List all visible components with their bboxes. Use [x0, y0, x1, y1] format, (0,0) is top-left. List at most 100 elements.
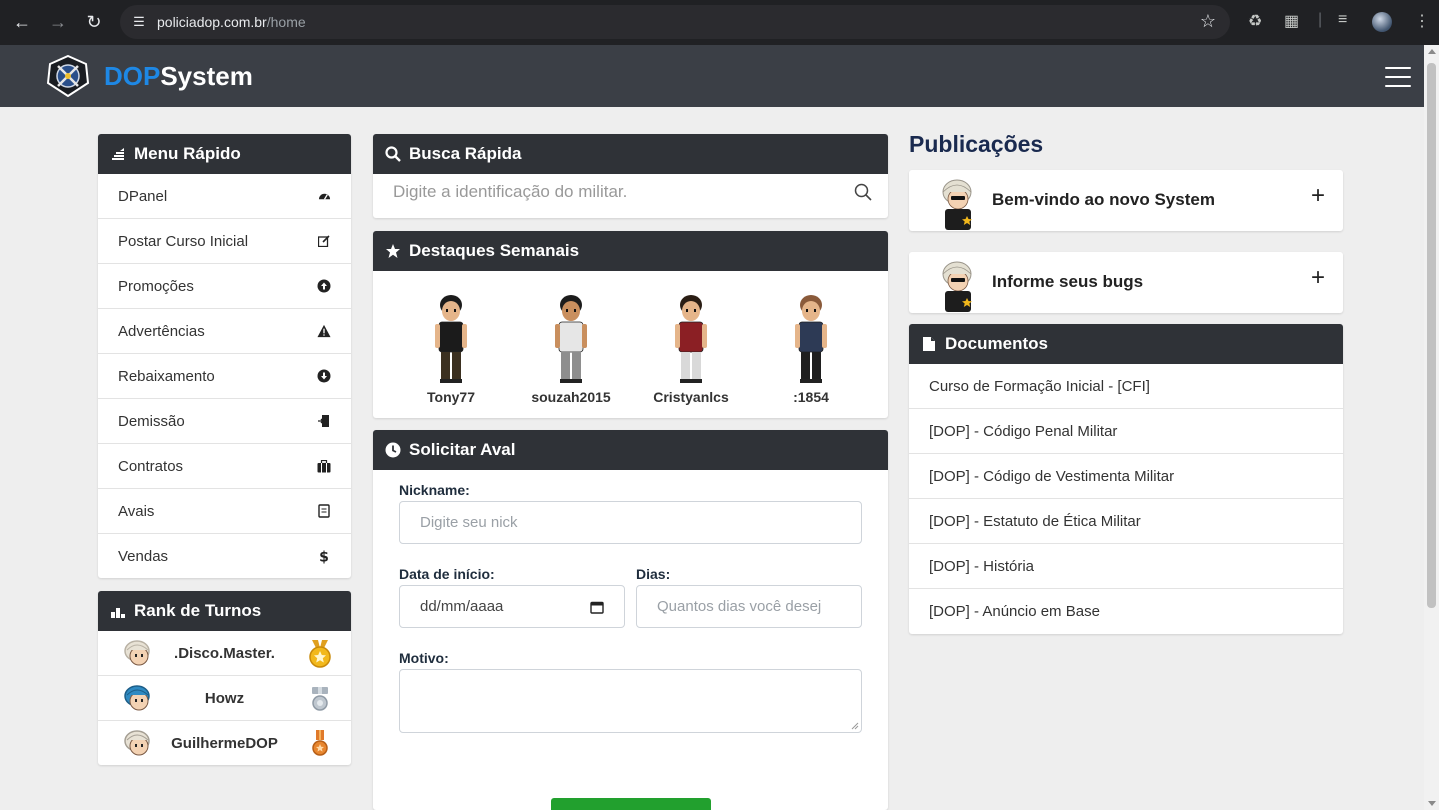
- nickname-label: Nickname:: [399, 482, 470, 498]
- rank-user-name: Howz: [204, 689, 245, 707]
- habbo-avatar: [435, 295, 467, 383]
- file-icon: [919, 336, 939, 352]
- expand-plus-icon[interactable]: +: [1311, 184, 1325, 208]
- days-label: Dias:: [636, 566, 671, 582]
- documento-link[interactable]: [DOP] - Código Penal Militar: [909, 409, 1343, 454]
- solicitar-aval-header: Solicitar Aval: [373, 430, 888, 470]
- destaques-header: Destaques Semanais: [373, 231, 888, 271]
- solicitar-aval-title: Solicitar Aval: [409, 440, 516, 459]
- document-icon: [317, 504, 331, 518]
- menu-item-label: Advertências: [118, 322, 205, 340]
- militar-search-input[interactable]: [393, 182, 833, 202]
- menu-rapido-title: Menu Rápido: [134, 144, 241, 163]
- rank-turnos-header: Rank de Turnos: [98, 591, 351, 631]
- documento-link[interactable]: [DOP] - Código de Vestimenta Militar: [909, 454, 1343, 499]
- brand-title[interactable]: DOPSystem: [104, 61, 253, 92]
- media-control-icon[interactable]: ≡: [1338, 11, 1347, 29]
- solicitar-aval-card: Solicitar Aval Nickname: Digite seu nick…: [373, 430, 888, 810]
- menu-item-demissao[interactable]: Demissão: [98, 399, 351, 444]
- rank-row[interactable]: .Disco.Master.: [98, 631, 351, 676]
- motivo-textarea[interactable]: [399, 669, 862, 733]
- menu-item-advertencias[interactable]: Advertências: [98, 309, 351, 354]
- busca-rapida-header: Busca Rápida: [373, 134, 888, 174]
- menu-item-label: Postar Curso Inicial: [118, 232, 249, 250]
- aval-form: Nickname: Digite seu nick Data de início…: [373, 470, 888, 810]
- search-submit-icon[interactable]: [854, 183, 872, 201]
- extensions-icon[interactable]: ▦: [1284, 11, 1299, 31]
- publicacao-card[interactable]: Informe seus bugs +: [909, 252, 1343, 313]
- site-info-icon[interactable]: ☰: [130, 13, 148, 31]
- destaque-user-name: Cristyanlcs: [653, 389, 729, 405]
- destaque-user[interactable]: Tony77: [396, 293, 506, 405]
- menu-item-rebaixamento[interactable]: Rebaixamento: [98, 354, 351, 399]
- motivo-label: Motivo:: [399, 650, 449, 666]
- destaques-list: Tony77 souzah2015 Cristyanlcs :1854: [373, 271, 888, 418]
- publicacao-card[interactable]: Bem-vindo ao novo System +: [909, 170, 1343, 231]
- documentos-title: Documentos: [945, 334, 1048, 353]
- destaque-user-name: :1854: [793, 389, 829, 405]
- hamburger-menu-icon[interactable]: [1385, 67, 1411, 87]
- scroll-up-icon[interactable]: [1428, 49, 1436, 54]
- rank-row[interactable]: GuilhermeDOP: [98, 721, 351, 765]
- menu-rapido-header: Menu Rápido: [98, 134, 351, 174]
- documento-link[interactable]: [DOP] - Anúncio em Base: [909, 589, 1343, 634]
- documento-link[interactable]: Curso de Formação Inicial - [CFI]: [909, 364, 1343, 409]
- destaque-user[interactable]: Cristyanlcs: [636, 293, 746, 405]
- resize-handle-icon[interactable]: [851, 722, 859, 730]
- user-avatar-head: [124, 730, 150, 756]
- menu-item-label: Avais: [118, 502, 155, 520]
- rank-user-name: .Disco.Master.: [174, 644, 275, 662]
- rank-turnos-card: Rank de Turnos .Disco.Master. Howz Guilher…: [98, 591, 351, 765]
- publicacao-title: Informe seus bugs: [992, 272, 1144, 291]
- menu-item-contratos[interactable]: Contratos: [98, 444, 351, 489]
- bookmark-star-icon[interactable]: ☆: [1200, 11, 1216, 32]
- documento-link[interactable]: [DOP] - História: [909, 544, 1343, 589]
- expand-plus-icon[interactable]: +: [1311, 266, 1325, 290]
- menu-item-vendas[interactable]: Vendas $: [98, 534, 351, 578]
- dop-logo-icon[interactable]: [46, 55, 90, 97]
- calendar-icon[interactable]: [590, 600, 604, 614]
- reload-icon[interactable]: ↻: [82, 10, 106, 34]
- scrollbar-thumb[interactable]: [1427, 63, 1436, 608]
- address-bar[interactable]: ☰ policiadop.com.br/home ☆: [120, 5, 1230, 39]
- menu-item-label: Rebaixamento: [118, 367, 215, 385]
- date-value: dd/mm/aaaa: [420, 598, 504, 615]
- menu-rapido-card: Menu Rápido DPanel Postar Curso Inicial Pr…: [98, 134, 351, 578]
- busca-rapida-title: Busca Rápida: [409, 144, 522, 163]
- briefcase-icon: [317, 459, 331, 473]
- destaque-user[interactable]: souzah2015: [516, 293, 626, 405]
- page-scrollbar[interactable]: [1424, 45, 1439, 810]
- rank-turnos-list: .Disco.Master. Howz GuilhermeDOP: [98, 631, 351, 765]
- menu-item-dpanel[interactable]: DPanel: [98, 174, 351, 219]
- author-avatar: [942, 261, 972, 312]
- documento-link[interactable]: [DOP] - Estatuto de Ética Militar: [909, 499, 1343, 544]
- user-avatar-head: [124, 685, 150, 711]
- menu-item-label: DPanel: [118, 187, 168, 205]
- star-icon: [383, 243, 403, 259]
- start-date-input[interactable]: dd/mm/aaaa: [399, 585, 625, 628]
- habbo-avatar: [795, 295, 827, 383]
- recycle-icon[interactable]: ♻: [1248, 11, 1262, 31]
- scroll-down-icon[interactable]: [1428, 801, 1436, 806]
- back-icon[interactable]: ←: [10, 10, 34, 34]
- days-input[interactable]: Quantos dias você desej: [636, 585, 862, 628]
- solicitar-aval-button[interactable]: + Solicitar Aval: [551, 798, 711, 810]
- nickname-input[interactable]: Digite seu nick: [399, 501, 862, 544]
- menu-item-label: Contratos: [118, 457, 184, 475]
- documentos-header: Documentos: [909, 324, 1343, 364]
- browser-menu-icon[interactable]: ⋮: [1414, 11, 1430, 31]
- menu-item-postar-curso-inicial[interactable]: Postar Curso Inicial: [98, 219, 351, 264]
- door-exit-icon: [317, 414, 331, 428]
- menu-item-avais[interactable]: Avais: [98, 489, 351, 534]
- menu-item-label: Demissão: [118, 412, 185, 430]
- stairs-icon: [108, 146, 128, 162]
- podium-icon: [108, 603, 128, 619]
- menu-item-promocoes[interactable]: Promoções: [98, 264, 351, 309]
- documentos-list: Curso de Formação Inicial - [CFI] [DOP] -…: [909, 364, 1343, 634]
- profile-avatar[interactable]: [1372, 12, 1392, 32]
- rank-row[interactable]: Howz: [98, 676, 351, 721]
- destaque-user-name: Tony77: [427, 389, 475, 405]
- url-text: policiadop.com.br/home: [157, 14, 306, 30]
- forward-icon[interactable]: →: [46, 10, 70, 34]
- destaque-user[interactable]: :1854: [756, 293, 866, 405]
